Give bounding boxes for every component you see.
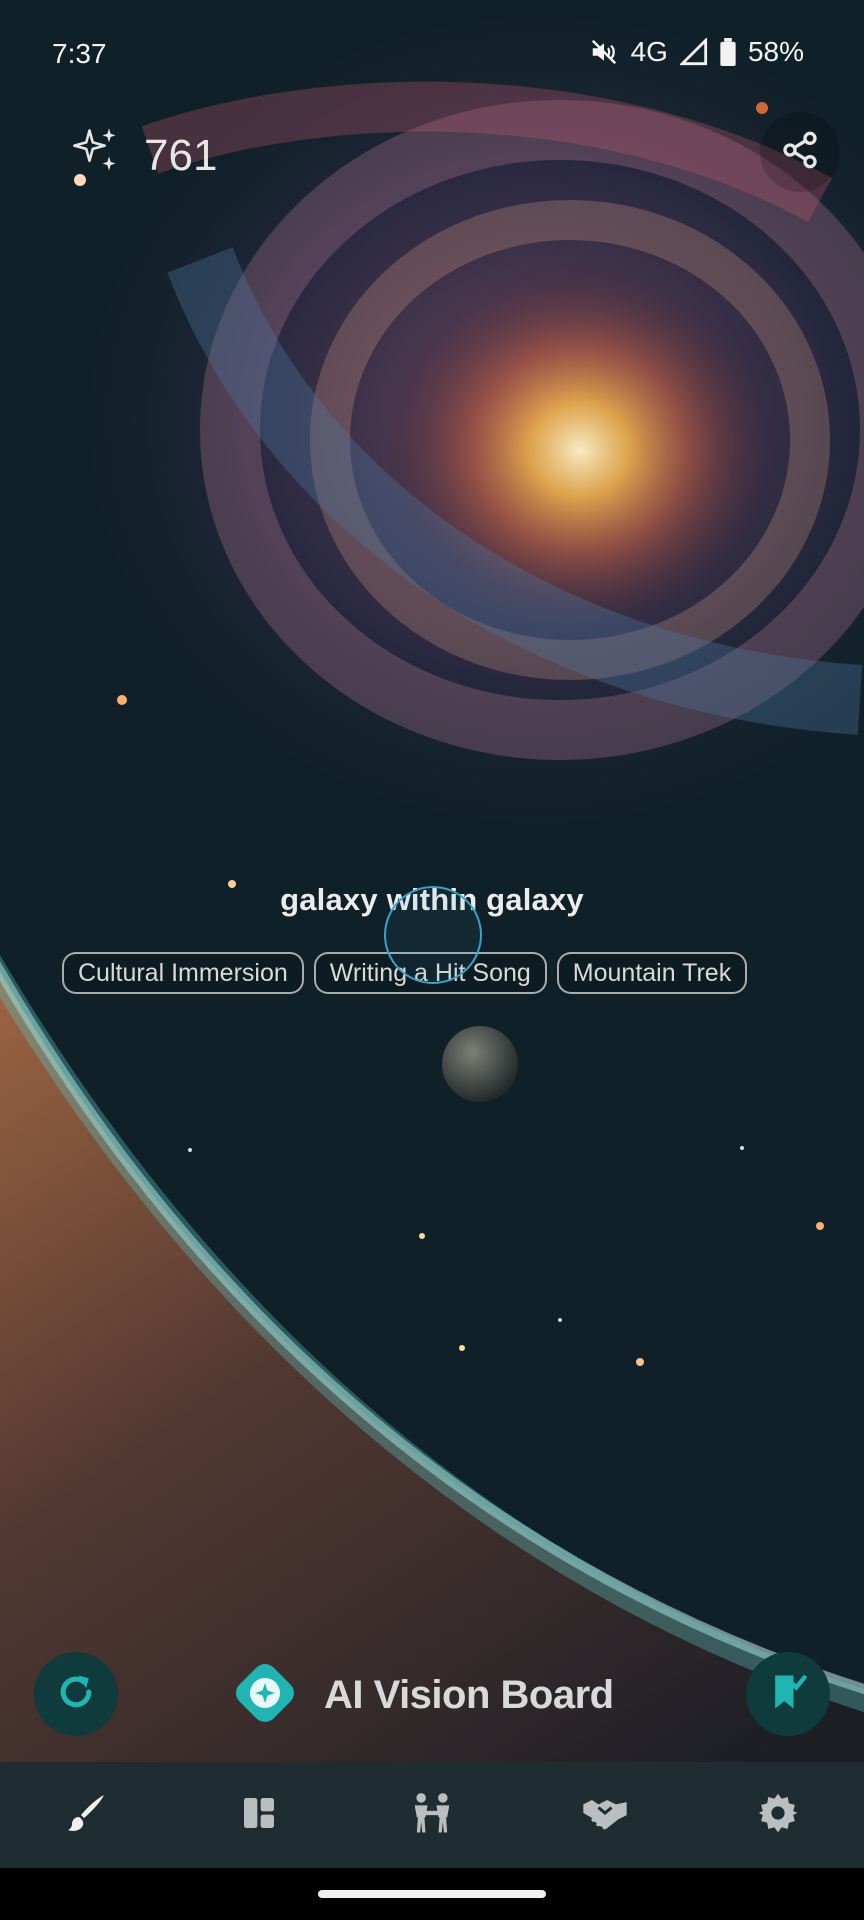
gear-icon — [756, 1791, 800, 1840]
battery-icon — [720, 38, 736, 66]
bottom-navigation — [0, 1762, 864, 1868]
nav-settings[interactable] — [691, 1762, 864, 1868]
bookmark-check-icon — [766, 1670, 810, 1719]
brand: AI Vision Board — [228, 1656, 614, 1735]
refresh-icon — [54, 1670, 98, 1719]
handshake-icon — [579, 1787, 631, 1844]
app-logo-icon — [228, 1656, 302, 1735]
share-button[interactable] — [760, 112, 840, 192]
home-gesture-bar[interactable] — [318, 1890, 546, 1898]
nav-create[interactable] — [0, 1762, 173, 1868]
nav-board[interactable] — [173, 1762, 346, 1868]
nav-partners[interactable] — [518, 1762, 691, 1868]
dashboard-icon — [239, 1793, 279, 1838]
network-label: 4G — [630, 36, 668, 67]
tag-cultural-immersion[interactable]: Cultural Immersion — [62, 952, 304, 994]
nav-community[interactable] — [346, 1762, 519, 1868]
status-time: 7:37 — [52, 38, 107, 69]
brush-icon — [62, 1789, 110, 1842]
status-icons: 4G 58% — [589, 36, 804, 68]
status-bar: 7:37 4G 58% — [0, 0, 864, 108]
people-icon — [406, 1787, 458, 1844]
tag-mountain-trek[interactable]: Mountain Trek — [556, 952, 748, 994]
refresh-button[interactable] — [34, 1652, 118, 1736]
touch-indicator — [384, 886, 482, 984]
credits-count: 761 — [144, 130, 218, 180]
app-title: AI Vision Board — [324, 1673, 614, 1717]
sparkles-icon — [70, 124, 122, 187]
signal-icon — [679, 38, 708, 66]
mute-icon — [589, 37, 619, 67]
credits-counter[interactable]: 761 — [70, 124, 217, 187]
share-icon — [780, 130, 820, 175]
save-to-board-button[interactable] — [746, 1652, 830, 1736]
battery-percent: 58% — [747, 36, 804, 67]
